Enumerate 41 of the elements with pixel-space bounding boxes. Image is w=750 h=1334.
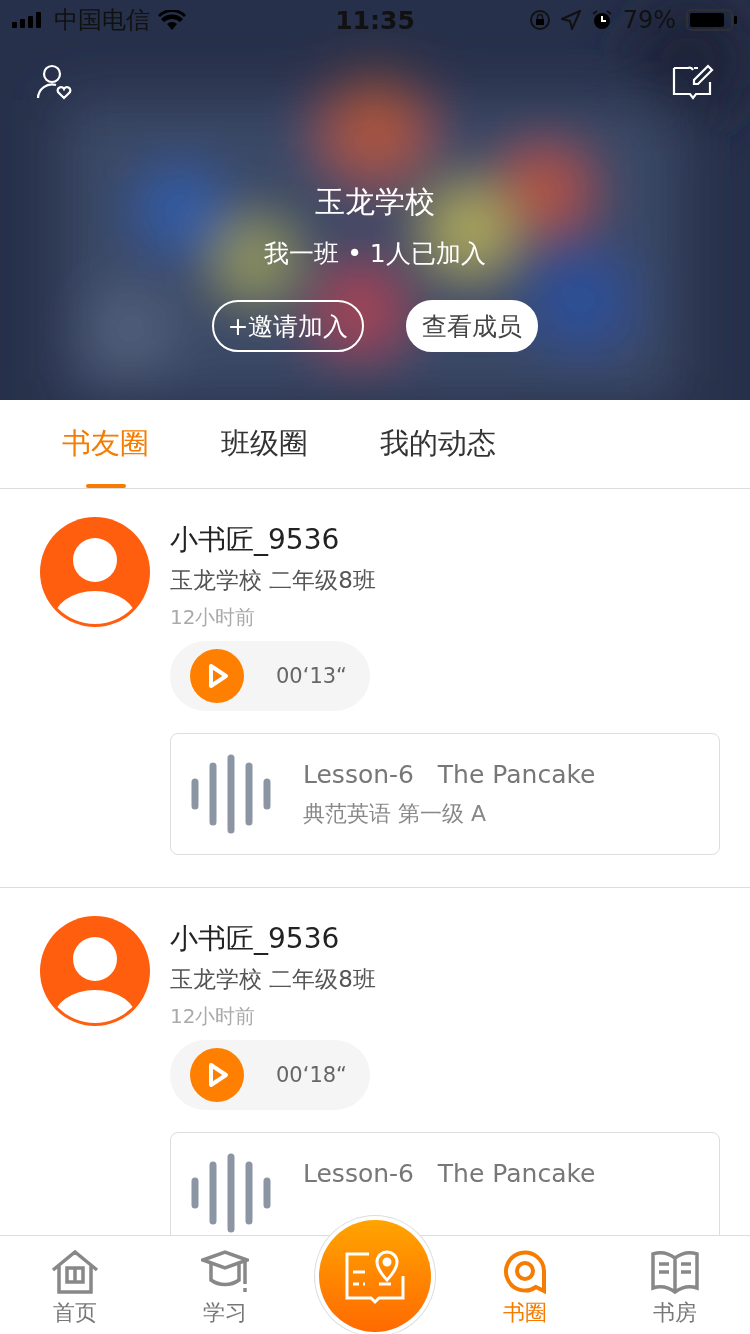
feed-tab[interactable]: 书友圈: [62, 400, 149, 488]
view-members-button[interactable]: 查看成员: [406, 300, 539, 352]
user-name: 小书匠_9536: [170, 522, 341, 558]
sound-wave-icon: [191, 1153, 271, 1233]
carrier-name: 中国电信: [54, 5, 150, 36]
avatar-icon[interactable]: [40, 517, 150, 627]
feed-tab[interactable]: 班级圈: [221, 400, 308, 488]
lesson-title: Lesson-6 The Pancake: [303, 760, 596, 789]
post-time: 12小时前: [170, 1003, 257, 1030]
post-time: 12小时前: [170, 604, 257, 631]
voice-message[interactable]: 00‘18“: [170, 1040, 370, 1110]
nav-tab[interactable]: 书房: [600, 1236, 750, 1334]
school-name: 玉龙学校: [315, 183, 435, 221]
school-class: 玉龙学校 二年级8班: [170, 965, 377, 994]
lesson-title: Lesson-6 The Pancake: [303, 1159, 596, 1188]
wifi-icon: [158, 10, 186, 30]
graduation-cap-icon: [201, 1250, 249, 1294]
nav-tab[interactable]: 学习: [150, 1236, 300, 1334]
alarm-icon: [590, 9, 613, 31]
class-info: 我一班 • 1人已加入: [264, 238, 486, 270]
open-book-icon: [651, 1250, 699, 1294]
nav-tab[interactable]: 书圈: [450, 1236, 600, 1334]
lesson-card[interactable]: Lesson-6 The Pancake 典范英语 第一级 A: [170, 733, 720, 855]
home-icon: [51, 1250, 99, 1294]
battery-icon: [686, 9, 738, 31]
user-heart-icon[interactable]: [36, 64, 72, 100]
avatar-icon[interactable]: [40, 916, 150, 1026]
voice-message[interactable]: 00‘13“: [170, 641, 370, 711]
book-edit-icon[interactable]: [672, 64, 714, 100]
lesson-subtitle: 典范英语 第一级 A: [303, 800, 488, 828]
invite-button[interactable]: +邀请加入: [211, 300, 365, 352]
play-icon[interactable]: [190, 649, 244, 703]
feed-tab[interactable]: 我的动态: [380, 400, 496, 488]
nav-tab[interactable]: 首页: [0, 1236, 150, 1334]
school-class: 玉龙学校 二年级8班: [170, 566, 377, 595]
clock-time: 11:35: [335, 5, 415, 35]
sound-wave-icon: [191, 754, 271, 834]
rotation-lock-icon: [528, 9, 551, 31]
play-icon[interactable]: [190, 1048, 244, 1102]
user-name: 小书匠_9536: [170, 921, 341, 957]
location-icon: [560, 10, 581, 30]
